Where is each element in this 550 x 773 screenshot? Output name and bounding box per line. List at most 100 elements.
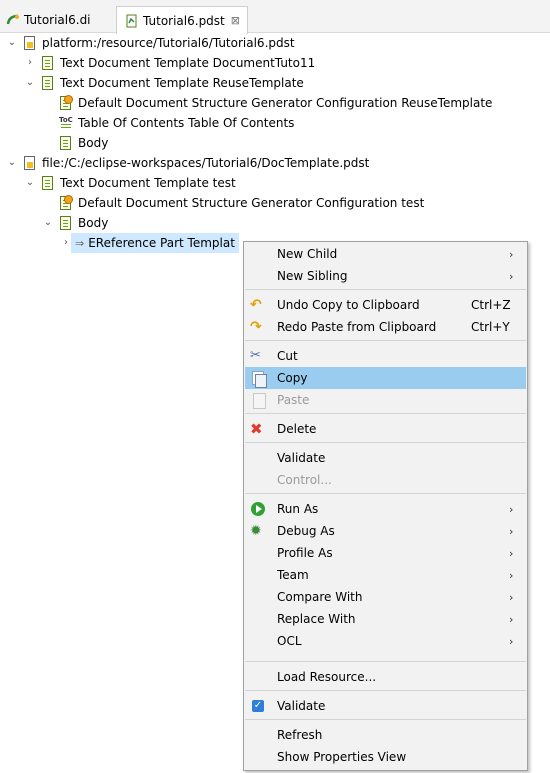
tree-item-label: Default Document Structure Generator Con…: [78, 96, 493, 110]
menu-item-show-properties[interactable]: Show Properties View: [245, 746, 526, 768]
menu-item-refresh[interactable]: Refresh: [245, 724, 526, 746]
tree-item[interactable]: ⌄ platform:/resource/Tutorial6/Tutorial6…: [5, 33, 295, 53]
tree-item-label: platform:/resource/Tutorial6/Tutorial6.p…: [42, 36, 295, 50]
menu-item-label: Copy: [277, 371, 308, 385]
chevron-right-icon[interactable]: ›: [23, 56, 37, 70]
selection-highlight[interactable]: ⇒ EReference Part Templat: [71, 233, 239, 253]
context-menu: New Child › New Sibling › ↶ Undo Copy to…: [243, 241, 528, 771]
chevron-down-icon[interactable]: ⌄: [5, 36, 19, 50]
menu-separator: [245, 289, 526, 290]
tab-tutorial6-pdst[interactable]: Tutorial6.pdst ⊠: [116, 6, 248, 34]
generator-config-icon: [58, 95, 74, 111]
pdst-file-icon: [22, 35, 38, 51]
menu-item-control[interactable]: Control...: [245, 469, 526, 491]
menu-item-validate-toggle[interactable]: ✓ Validate: [245, 695, 526, 717]
menu-separator: [245, 340, 526, 341]
tree-item-selected[interactable]: › ⇒ EReference Part Templat: [59, 233, 239, 253]
menu-item-label: Control...: [277, 473, 332, 487]
tree-item[interactable]: ⌄ file:/C:/eclipse-workspaces/Tutorial6/…: [5, 153, 369, 173]
menu-item-shortcut: Ctrl+Z: [471, 298, 511, 312]
tree-item[interactable]: Default Document Structure Generator Con…: [55, 193, 424, 213]
submenu-arrow-icon: ›: [509, 568, 514, 582]
tree-item[interactable]: ⌄ Text Document Template ReuseTemplate: [23, 73, 304, 93]
tree-item-label: Table Of Contents Table Of Contents: [78, 116, 295, 130]
delete-icon: ✖: [250, 420, 263, 438]
menu-item-label: Show Properties View: [277, 750, 407, 764]
menu-separator: [245, 442, 526, 443]
menu-item-cut[interactable]: ✂ Cut: [245, 345, 526, 367]
chevron-down-icon[interactable]: ⌄: [41, 216, 55, 230]
menu-separator: [245, 413, 526, 414]
menu-item-label: Cut: [277, 349, 298, 363]
menu-item-label: Profile As: [277, 546, 333, 560]
chevron-down-icon[interactable]: ⌄: [23, 176, 37, 190]
submenu-arrow-icon: ›: [509, 634, 514, 648]
menu-item-delete[interactable]: ✖ Delete: [245, 418, 526, 440]
tree-item[interactable]: ToC Table Of Contents Table Of Contents: [55, 113, 294, 133]
menu-item-label: Run As: [277, 502, 319, 516]
menu-item-new-sibling[interactable]: New Sibling ›: [245, 265, 526, 287]
menu-separator: [245, 719, 526, 720]
pdst-file-icon: [125, 14, 139, 28]
menu-item-label: Undo Copy to Clipboard: [277, 298, 420, 312]
tree-item[interactable]: ⌄ Text Document Template test: [23, 173, 236, 193]
menu-item-team[interactable]: Team ›: [245, 564, 526, 586]
menu-item-label: Validate: [277, 699, 326, 713]
checkmark-icon: ✓: [252, 700, 264, 712]
menu-item-debug-as[interactable]: ✹ Debug As ›: [245, 520, 526, 542]
menu-item-validate[interactable]: Validate: [245, 447, 526, 469]
tree-item[interactable]: Default Document Structure Generator Con…: [55, 93, 492, 113]
generator-config-icon: [58, 195, 74, 211]
tree-item-label: EReference Part Templat: [88, 236, 235, 250]
tree-item[interactable]: › Text Document Template DocumentTuto11: [23, 53, 315, 73]
tree-item[interactable]: ⌄ Body: [41, 213, 108, 233]
submenu-arrow-icon: ›: [509, 247, 514, 261]
menu-item-load-resource[interactable]: Load Resource...: [245, 666, 526, 688]
menu-item-shortcut: Ctrl+Y: [471, 320, 510, 334]
menu-item-label: OCL: [277, 634, 302, 648]
close-tab-icon[interactable]: ⊠: [231, 14, 240, 27]
menu-item-replace-with[interactable]: Replace With ›: [245, 608, 526, 630]
tree-item-label: Default Document Structure Generator Con…: [78, 196, 425, 210]
chevron-down-icon[interactable]: ⌄: [5, 156, 19, 170]
tree-item-label: Body: [78, 216, 109, 230]
tree-item-label: file:/C:/eclipse-workspaces/Tutorial6/Do…: [42, 156, 370, 170]
menu-item-label: Redo Paste from Clipboard: [277, 320, 437, 334]
tree-item-label: Text Document Template ReuseTemplate: [60, 76, 304, 90]
submenu-arrow-icon: ›: [509, 502, 514, 516]
submenu-arrow-icon: ›: [509, 546, 514, 560]
menu-item-label: Delete: [277, 422, 317, 436]
menu-item-ocl[interactable]: OCL ›: [245, 630, 526, 652]
redo-icon: ↷: [250, 319, 262, 335]
menu-item-label: Compare With: [277, 590, 363, 604]
chevron-down-icon[interactable]: ⌄: [23, 76, 37, 90]
submenu-arrow-icon: ›: [509, 590, 514, 604]
editor-tab-bar: Tutorial6.di Tutorial6.pdst ⊠: [0, 0, 550, 34]
papyrus-icon: [6, 13, 20, 27]
menu-item-compare-with[interactable]: Compare With ›: [245, 586, 526, 608]
menu-item-label: New Sibling: [277, 269, 348, 283]
menu-item-new-child[interactable]: New Child ›: [245, 243, 526, 265]
menu-item-redo[interactable]: ↷ Redo Paste from Clipboard Ctrl+Y: [245, 316, 526, 338]
menu-separator: [245, 690, 526, 691]
menu-item-label: Refresh: [277, 728, 323, 742]
pdst-file-icon: [22, 155, 38, 171]
document-template-icon: [40, 75, 56, 91]
tree-item-label: Body: [78, 136, 109, 150]
bug-icon: ✹: [250, 523, 262, 539]
menu-item-run-as[interactable]: Run As ›: [245, 498, 526, 520]
menu-item-undo[interactable]: ↶ Undo Copy to Clipboard Ctrl+Z: [245, 294, 526, 316]
paste-icon: [250, 392, 266, 409]
menu-separator: [245, 493, 526, 494]
tab-tutorial6-di[interactable]: Tutorial6.di: [0, 6, 116, 33]
menu-item-label: Replace With: [277, 612, 356, 626]
tree-item[interactable]: Body: [55, 133, 108, 153]
menu-item-profile-as[interactable]: Profile As ›: [245, 542, 526, 564]
menu-item-copy[interactable]: Copy: [245, 367, 526, 389]
menu-item-paste[interactable]: Paste: [245, 389, 526, 411]
menu-item-label: Load Resource...: [277, 670, 377, 684]
menu-separator: [245, 661, 526, 662]
menu-item-label: Team: [277, 568, 309, 582]
document-template-icon: [40, 55, 56, 71]
submenu-arrow-icon: ›: [509, 612, 514, 626]
